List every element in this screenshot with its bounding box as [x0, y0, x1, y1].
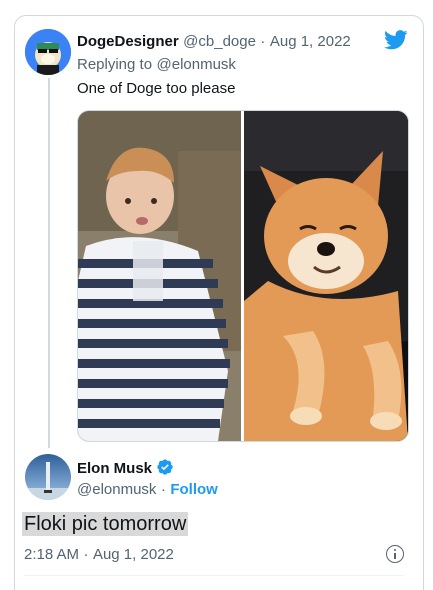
reply-text: One of Doge too please [77, 80, 236, 97]
main-handle[interactable]: @elonmusk [77, 481, 156, 498]
main-handle-line: @elonmusk · Follow [77, 481, 218, 499]
twitter-bird-icon[interactable] [384, 30, 408, 50]
timestamp-separator: · [83, 546, 89, 563]
reply-header: DogeDesigner @cb_doge · Aug 1, 2022 [77, 33, 351, 51]
main-text-wrap: Floki pic tomorrow [22, 512, 189, 536]
baby-photo[interactable] [78, 111, 241, 441]
main-timestamp[interactable]: 2:18 AM · Aug 1, 2022 [24, 546, 174, 564]
main-separator: · [160, 481, 166, 498]
info-icon[interactable] [386, 545, 404, 563]
tweet-media[interactable] [77, 110, 409, 442]
reply-handle[interactable]: @cb_doge [183, 33, 256, 50]
replying-to-line: Replying to @elonmusk [77, 56, 236, 74]
main-text: Floki pic tomorrow [22, 512, 189, 536]
shiba-inu-photo[interactable] [244, 111, 408, 441]
elon-musk-avatar[interactable] [25, 454, 71, 500]
follow-button[interactable]: Follow [170, 481, 218, 498]
thread-connector-line [48, 78, 50, 448]
footer-divider [24, 575, 404, 576]
main-header: Elon Musk [77, 458, 174, 478]
main-time: 2:18 AM [24, 546, 80, 563]
reply-separator: · [260, 33, 266, 50]
main-date: Aug 1, 2022 [92, 546, 174, 563]
main-display-name[interactable]: Elon Musk [77, 460, 152, 477]
replying-to-handle[interactable]: @elonmusk [157, 56, 236, 73]
reply-date[interactable]: Aug 1, 2022 [270, 33, 351, 50]
media-images [78, 111, 408, 441]
replying-label: Replying to [77, 56, 153, 73]
doge-designer-avatar[interactable] [25, 29, 71, 75]
reply-display-name[interactable]: DogeDesigner [77, 33, 179, 50]
doge-avatar-icon [25, 29, 71, 75]
rocket-avatar-icon [25, 454, 71, 500]
verified-badge-icon [157, 459, 174, 475]
